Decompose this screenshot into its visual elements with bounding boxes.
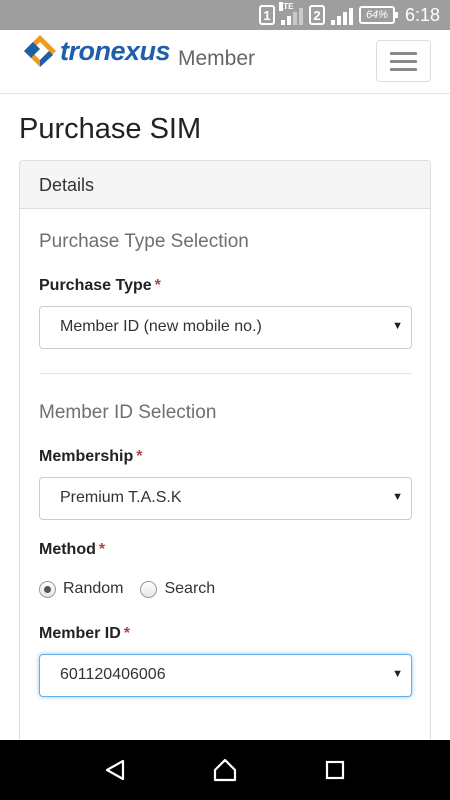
membership-select[interactable]: Premium T.A.S.K ▼	[39, 477, 412, 520]
signal-lte-icon: LTE	[278, 2, 303, 25]
home-icon	[213, 758, 237, 782]
recents-button[interactable]	[315, 750, 355, 790]
method-radio-random[interactable]: Random	[39, 580, 123, 598]
back-triangle-icon	[105, 759, 125, 781]
home-button[interactable]	[205, 750, 245, 790]
radio-checked-icon[interactable]	[39, 580, 56, 598]
details-panel: Details Purchase Type Selection Purchase…	[19, 160, 431, 760]
sim2-icon: 2	[308, 5, 325, 25]
method-radio-search[interactable]: Search	[140, 580, 215, 598]
chevron-down-icon: ▼	[392, 491, 403, 503]
chevron-down-icon: ▼	[392, 668, 403, 680]
sim1-icon: 1	[258, 5, 275, 25]
section-divider	[39, 373, 412, 374]
brand-name: tronexus	[60, 35, 171, 66]
hamburger-icon-line	[390, 59, 417, 63]
required-mark: *	[123, 625, 131, 642]
membership-label: Membership *	[39, 448, 142, 466]
purchase-type-label: Purchase Type *	[39, 277, 161, 295]
method-label: Method *	[39, 541, 105, 559]
chevron-down-icon: ▼	[392, 320, 403, 332]
purchase-type-label-text: Purchase Type	[39, 277, 152, 294]
signal-icon	[330, 5, 353, 25]
method-option-search: Search	[164, 580, 216, 597]
radio-unchecked-icon[interactable]	[140, 580, 158, 598]
hamburger-icon-line	[390, 51, 417, 55]
battery-icon: 64%	[358, 6, 398, 24]
member-id-label-text: Member ID	[39, 625, 121, 642]
back-button[interactable]	[95, 750, 135, 790]
member-id-select[interactable]: 601120406006 ▼	[39, 654, 412, 697]
status-time: 6:18	[404, 4, 440, 25]
membership-label-text: Membership	[39, 448, 134, 465]
method-radio-group: Random Search	[39, 580, 232, 598]
member-id-label: Member ID *	[39, 625, 130, 643]
required-mark: *	[98, 541, 106, 558]
member-id-section-title: Member ID Selection	[39, 402, 217, 423]
brand-subtitle: Member	[178, 47, 256, 70]
membership-value: Premium T.A.S.K	[60, 489, 182, 506]
panel-heading: Details	[20, 161, 430, 209]
brand-logo[interactable]: tronexus	[22, 33, 171, 69]
member-id-value: 601120406006	[60, 666, 166, 683]
status-bar: 1 LTE 2 64% 6:18	[0, 0, 450, 30]
recents-square-icon	[325, 760, 345, 780]
required-mark: *	[136, 448, 143, 465]
hamburger-icon-line	[390, 67, 417, 71]
page-title: Purchase SIM	[19, 113, 202, 145]
lte-label: LTE	[278, 2, 294, 11]
required-mark: *	[154, 277, 161, 294]
purchase-type-value: Member ID (new mobile no.)	[60, 318, 262, 335]
navbar: tronexus Member	[0, 30, 450, 94]
tronexus-logo-icon	[22, 33, 58, 69]
method-label-text: Method	[39, 541, 96, 558]
purchase-type-select[interactable]: Member ID (new mobile no.) ▼	[39, 306, 412, 349]
menu-toggle-button[interactable]	[376, 40, 431, 82]
android-nav-bar	[0, 740, 450, 800]
purchase-type-section-title: Purchase Type Selection	[39, 231, 249, 252]
method-option-random: Random	[63, 580, 124, 597]
